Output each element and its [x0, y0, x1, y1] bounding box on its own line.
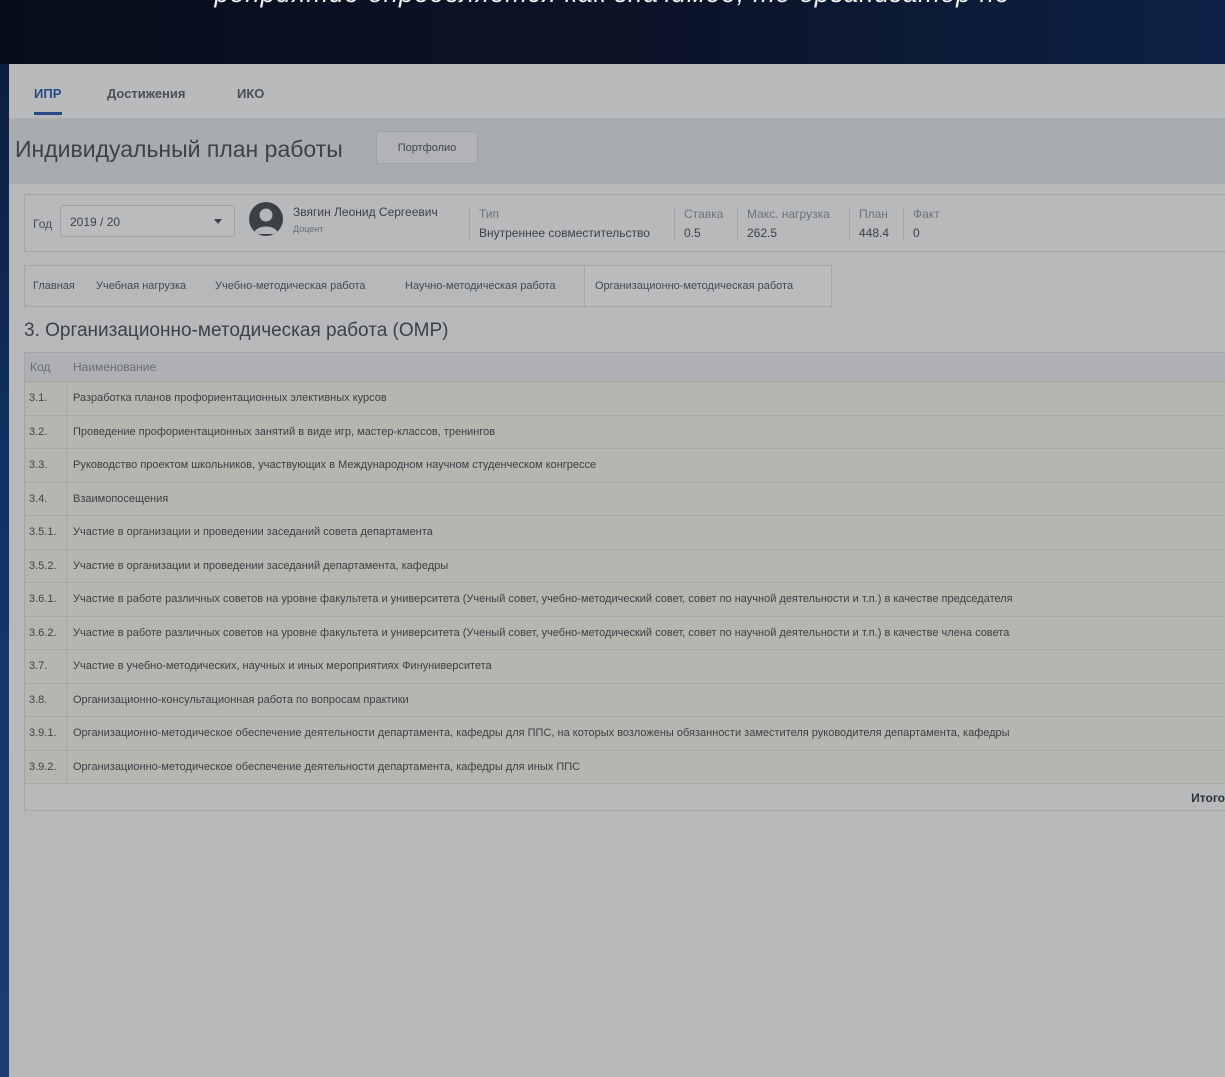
row-code: 3.1.: [25, 382, 67, 415]
fact-value: 0: [913, 226, 920, 240]
table-row[interactable]: 3.3. Руководство проектом школьников, уча…: [25, 449, 1225, 483]
total-label: Итого: [1191, 791, 1225, 805]
year-select[interactable]: 2019 / 20: [60, 205, 235, 237]
table-row[interactable]: 3.1. Разработка планов профориентационных…: [25, 382, 1225, 416]
title-band: Индивидуальный план работы Портфолио: [9, 118, 1225, 184]
row-code: 3.8.: [25, 683, 67, 716]
type-caption: Тип: [479, 207, 500, 221]
app-window: ИПР Достижения ИКО Индивидуальный план р…: [9, 64, 1225, 1077]
tab-main[interactable]: Главная: [33, 266, 75, 306]
divider: [469, 207, 470, 241]
table-row[interactable]: 3.5.1. Участие в организации и проведении…: [25, 516, 1225, 550]
top-caption: роприятие определяется как значимое, то …: [0, 0, 1225, 9]
row-code: 3.6.2.: [25, 616, 67, 649]
year-select-value: 2019 / 20: [70, 215, 121, 229]
row-name: Участие в организации и проведении засед…: [73, 559, 449, 572]
table-row[interactable]: 3.6.2. Участие в работе различных советов…: [25, 616, 1225, 650]
person-role: Доцент: [293, 224, 324, 234]
tab-iko[interactable]: ИКО: [237, 86, 264, 101]
row-name: Руководство проектом школьников, участву…: [73, 459, 597, 471]
tab-scientific-methodical[interactable]: Научно-методическая работа: [405, 266, 556, 306]
left-strip: [0, 64, 9, 1077]
section-tabs: Главная Учебная нагрузка Учебно-методиче…: [24, 265, 832, 307]
row-code: 3.5.1.: [25, 516, 67, 549]
divider: [737, 207, 738, 241]
column-header-code: Код: [30, 360, 51, 374]
max-load-caption: Макс. нагрузка: [747, 207, 830, 221]
row-code: 3.4.: [25, 482, 67, 515]
active-tab-indicator: [34, 112, 62, 115]
tab-achievements[interactable]: Достижения: [107, 86, 185, 101]
row-code: 3.9.1.: [25, 717, 67, 750]
page-title: Индивидуальный план работы: [15, 136, 343, 162]
type-value: Внутреннее совместительство: [479, 226, 650, 240]
row-name: Разработка планов профориентационных эле…: [73, 392, 387, 404]
row-name: Организационно-консультационная работа п…: [73, 693, 409, 706]
top-banner: роприятие определяется как значимое, то …: [0, 0, 1225, 64]
fact-caption: Факт: [913, 207, 940, 221]
row-name: Организационно-методическое обеспечение …: [73, 727, 1010, 739]
row-code: 3.7.: [25, 650, 67, 683]
section-heading: 3. Организационно-методическая работа (О…: [24, 320, 449, 341]
plan-info-panel: Год 2019 / 20 Звягин Леонид Сергеевич До…: [24, 194, 1225, 252]
row-name: Проведение профориентационных занятий в …: [73, 425, 496, 438]
plan-value: 448.4: [859, 226, 890, 240]
divider: [903, 207, 904, 241]
omr-table: Код Наименование 3.1. Разработка планов п…: [24, 352, 1225, 811]
row-name: Участие в работе различных советов на ур…: [73, 626, 1010, 639]
row-name: Участие в работе различных советов на ур…: [73, 593, 1013, 605]
tab-ipr[interactable]: ИПР: [34, 86, 61, 101]
table-row[interactable]: 3.8. Организационно-консультационная рабо…: [25, 683, 1225, 717]
table-header: Код Наименование: [25, 352, 1225, 382]
caret-down-icon: [214, 219, 222, 224]
divider: [674, 207, 675, 241]
tab-teaching-methodical[interactable]: Учебно-методическая работа: [215, 266, 366, 306]
table-row[interactable]: 3.4. Взаимопосещения: [25, 482, 1225, 516]
year-label: Год: [33, 217, 53, 231]
table-row[interactable]: 3.9.1. Организационно-методическое обеспе…: [25, 717, 1225, 751]
rate-value: 0.5: [684, 226, 701, 240]
table-row[interactable]: 3.6.1. Участие в работе различных советов…: [25, 583, 1225, 617]
table-row[interactable]: 3.7. Участие в учебно-методических, научн…: [25, 650, 1225, 684]
table-footer: Итого: [25, 784, 1225, 811]
main-tabbar: ИПР Достижения ИКО: [9, 64, 1225, 118]
table-row[interactable]: 3.9.2. Организационно-методическое обеспе…: [25, 750, 1225, 784]
row-code: 3.3.: [25, 449, 67, 482]
portfolio-button[interactable]: Портфолио: [376, 131, 478, 164]
table-row[interactable]: 3.5.2. Участие в организации и проведении…: [25, 549, 1225, 583]
divider: [849, 207, 850, 241]
avatar-icon: [249, 202, 283, 236]
row-code: 3.9.2.: [25, 750, 67, 783]
tab-organizational-methodical[interactable]: Организационно-методическая работа: [584, 266, 831, 306]
row-name: Организационно-методическое обеспечение …: [73, 760, 581, 773]
plan-caption: План: [859, 207, 888, 221]
max-load-value: 262.5: [747, 226, 778, 240]
row-code: 3.2.: [25, 415, 67, 448]
column-header-name: Наименование: [73, 360, 157, 374]
row-code: 3.5.2.: [25, 549, 67, 582]
person-name: Звягин Леонид Сергеевич: [293, 205, 438, 219]
row-code: 3.6.1.: [25, 583, 67, 616]
tab-teaching-load[interactable]: Учебная нагрузка: [96, 266, 186, 306]
row-name: Участие в организации и проведении засед…: [73, 526, 433, 538]
rate-caption: Ставка: [684, 207, 724, 221]
row-name: Взаимопосещения: [73, 492, 169, 505]
row-name: Участие в учебно-методических, научных и…: [73, 660, 492, 672]
table-row[interactable]: 3.2. Проведение профориентационных заняти…: [25, 415, 1225, 449]
